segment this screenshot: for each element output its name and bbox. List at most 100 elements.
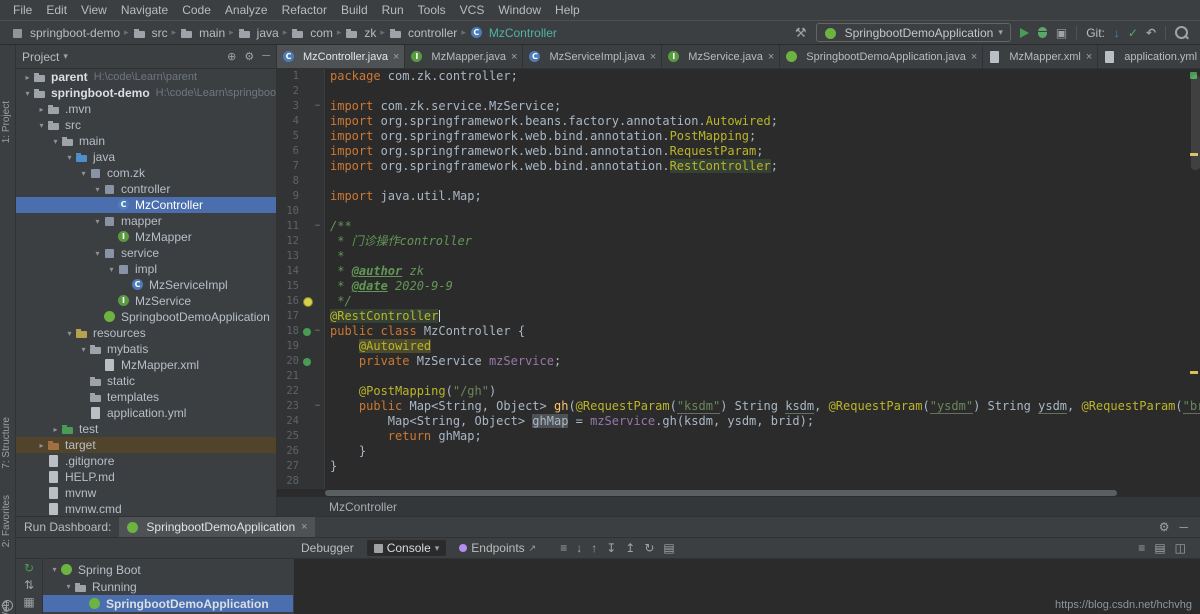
code-line[interactable]: 2 bbox=[277, 84, 1200, 99]
view-tab-endpoints[interactable]: Endpoints↗ bbox=[452, 540, 543, 556]
code-line[interactable]: 7import org.springframework.web.bind.ann… bbox=[277, 159, 1200, 174]
close-tab-icon[interactable]: × bbox=[1086, 51, 1092, 63]
project-tree-row[interactable]: ▾service bbox=[16, 245, 276, 261]
vertical-scrollbar[interactable] bbox=[1191, 75, 1200, 170]
code-line[interactable]: 4import org.springframework.beans.factor… bbox=[277, 114, 1200, 129]
code-line[interactable]: 24 Map<String, Object> ghMap = mzService… bbox=[277, 414, 1200, 429]
list-icon[interactable]: ≡ bbox=[1138, 541, 1145, 555]
web-icon[interactable] bbox=[2, 600, 13, 611]
project-tree-row[interactable]: ▸.mvn bbox=[16, 101, 276, 117]
run-configuration-select[interactable]: SpringbootDemoApplication ▾ bbox=[816, 23, 1011, 42]
code-line[interactable]: 10 bbox=[277, 204, 1200, 219]
editor-tab[interactable]: MzService.java× bbox=[662, 45, 780, 68]
build-hammer-icon[interactable]: ⚒ bbox=[795, 25, 807, 41]
project-tree-row[interactable]: SpringbootDemoApplication bbox=[16, 309, 276, 325]
menu-refactor[interactable]: Refactor bbox=[275, 3, 334, 17]
settings-gear-icon[interactable]: ⚙ bbox=[244, 50, 254, 63]
code-line[interactable]: 6import org.springframework.web.bind.ann… bbox=[277, 144, 1200, 159]
project-tree-row[interactable]: ▾controller bbox=[16, 181, 276, 197]
close-tab-icon[interactable]: × bbox=[393, 51, 399, 63]
fold-marker[interactable]: − bbox=[313, 399, 322, 414]
dash-tree-row[interactable]: ▾Running bbox=[43, 578, 293, 595]
code-line[interactable]: 1package com.zk.controller; bbox=[277, 69, 1200, 84]
search-icon[interactable] bbox=[1175, 26, 1188, 39]
tree-chevron[interactable]: ▾ bbox=[92, 249, 103, 258]
list-icon[interactable]: ≡ bbox=[560, 541, 567, 555]
code-line[interactable]: 20 private MzService mzService; bbox=[277, 354, 1200, 369]
code-line[interactable]: 12 * 门诊操作controller bbox=[277, 234, 1200, 249]
code-line[interactable]: 25 return ghMap; bbox=[277, 429, 1200, 444]
editor-tab[interactable]: MzController.java× bbox=[277, 45, 405, 68]
error-stripe-mark[interactable] bbox=[1190, 371, 1198, 374]
code-area[interactable]: 1package com.zk.controller;23−import com… bbox=[277, 69, 1200, 489]
tree-chevron[interactable]: ▾ bbox=[92, 217, 103, 226]
close-tab-icon[interactable]: × bbox=[768, 51, 774, 63]
project-tree-row[interactable]: MzController bbox=[16, 197, 276, 213]
rerun-icon[interactable]: ↻ bbox=[644, 541, 654, 555]
code-line[interactable]: 18−public class MzController { bbox=[277, 324, 1200, 339]
bean-icon[interactable] bbox=[303, 328, 311, 336]
scroll-up-icon[interactable]: ↥ bbox=[625, 541, 635, 555]
menu-file[interactable]: File bbox=[6, 3, 39, 17]
run-dashboard-tab[interactable]: SpringbootDemoApplication × bbox=[119, 517, 314, 537]
menu-navigate[interactable]: Navigate bbox=[114, 3, 175, 17]
menu-tools[interactable]: Tools bbox=[411, 3, 453, 17]
project-tree-row[interactable]: ▾mapper bbox=[16, 213, 276, 229]
tool-window-button-favorites[interactable]: 2: Favorites bbox=[1, 495, 12, 547]
project-tree-row[interactable]: ▾main bbox=[16, 133, 276, 149]
project-tree-row[interactable]: ▾java bbox=[16, 149, 276, 165]
tree-chevron[interactable]: ▾ bbox=[22, 89, 33, 98]
view-tab-debugger[interactable]: Debugger bbox=[294, 540, 361, 556]
code-line[interactable]: 9import java.util.Map; bbox=[277, 189, 1200, 204]
rerun-icon[interactable]: ↻ bbox=[24, 561, 34, 575]
code-line[interactable]: 23− public Map<String, Object> gh(@Reque… bbox=[277, 399, 1200, 414]
sort-icon[interactable]: ⇅ bbox=[24, 578, 34, 592]
close-tab-icon[interactable]: × bbox=[971, 51, 977, 63]
code-line[interactable]: 19 @Autowired bbox=[277, 339, 1200, 354]
console-output[interactable]: https://blog.csdn.net/hchvhg bbox=[294, 559, 1200, 614]
code-line[interactable]: 13 * bbox=[277, 249, 1200, 264]
code-line[interactable]: 14 * @author zk bbox=[277, 264, 1200, 279]
project-tree-row[interactable]: MzServiceImpl bbox=[16, 277, 276, 293]
tree-chevron[interactable]: ▾ bbox=[63, 582, 74, 591]
tool-window-button-project[interactable]: 1: Project bbox=[1, 101, 12, 143]
editor-tab[interactable]: application.yml× bbox=[1098, 45, 1200, 68]
hide-panel-icon[interactable]: ─ bbox=[262, 50, 270, 63]
debug-button[interactable] bbox=[1038, 27, 1047, 38]
layout-icon[interactable]: ▤ bbox=[1154, 541, 1165, 555]
project-tree-row[interactable]: mvnw bbox=[16, 485, 276, 501]
menu-code[interactable]: Code bbox=[175, 3, 218, 17]
code-line[interactable]: 16 */ bbox=[277, 294, 1200, 309]
bulb-icon[interactable] bbox=[303, 297, 313, 307]
bean-icon[interactable] bbox=[303, 358, 311, 366]
code-line[interactable]: 3−import com.zk.service.MzService; bbox=[277, 99, 1200, 114]
tool-window-button-structure[interactable]: 7: Structure bbox=[1, 417, 12, 469]
project-tree-row[interactable]: ▾resources bbox=[16, 325, 276, 341]
breadcrumb-item[interactable]: main bbox=[180, 26, 225, 40]
git-update-icon[interactable]: ↓ bbox=[1114, 26, 1120, 40]
fold-marker[interactable]: − bbox=[313, 99, 322, 114]
tree-chevron[interactable]: ▾ bbox=[64, 329, 75, 338]
menu-run[interactable]: Run bbox=[375, 3, 411, 17]
project-tree-row[interactable]: MzMapper bbox=[16, 229, 276, 245]
editor-breadcrumb[interactable]: MzController bbox=[277, 496, 1200, 517]
run-button[interactable] bbox=[1020, 28, 1029, 38]
project-tree-row[interactable]: ▾impl bbox=[16, 261, 276, 277]
tree-chevron[interactable]: ▸ bbox=[50, 425, 61, 434]
code-line[interactable]: 22 @PostMapping("/gh") bbox=[277, 384, 1200, 399]
locate-icon[interactable]: ⊕ bbox=[227, 50, 236, 63]
coverage-icon[interactable]: ▣ bbox=[1056, 26, 1067, 40]
fold-marker[interactable]: − bbox=[313, 324, 322, 339]
dash-tree-row[interactable]: ▾Spring Boot bbox=[43, 561, 293, 578]
dash-tree-row[interactable]: SpringbootDemoApplication bbox=[43, 595, 293, 612]
breadcrumb-item[interactable]: zk bbox=[345, 26, 376, 40]
project-tree-row[interactable]: ▾mybatis bbox=[16, 341, 276, 357]
tree-chevron[interactable]: ▾ bbox=[78, 169, 89, 178]
editor-tab[interactable]: MzServiceImpl.java× bbox=[523, 45, 662, 68]
code-line[interactable]: 11−/** bbox=[277, 219, 1200, 234]
tree-chevron[interactable]: ▸ bbox=[22, 73, 33, 82]
tree-chevron[interactable]: ▸ bbox=[36, 105, 47, 114]
breadcrumb-item[interactable]: MzController bbox=[470, 26, 557, 40]
project-tree-row[interactable]: MzMapper.xml bbox=[16, 357, 276, 373]
hide-panel-icon[interactable]: ─ bbox=[1179, 520, 1188, 534]
